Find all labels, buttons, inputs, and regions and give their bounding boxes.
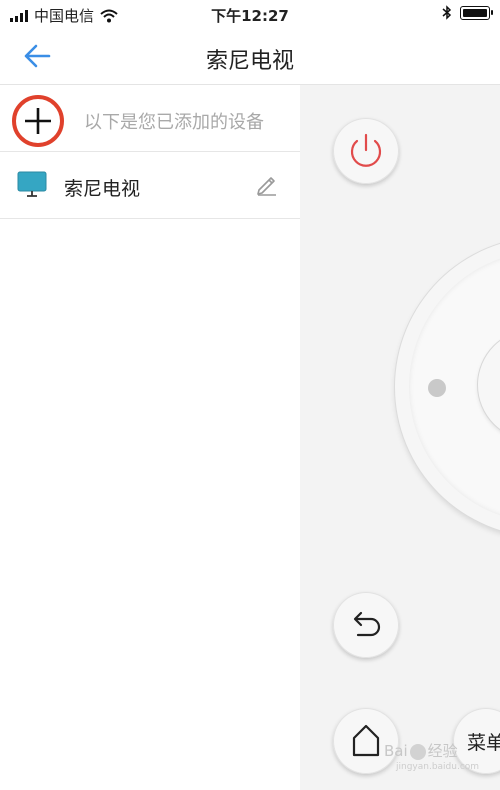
device-list-panel: 以下是您已添加的设备 索尼电视 bbox=[0, 85, 300, 790]
undo-arrow-icon bbox=[353, 611, 381, 637]
edit-pencil-icon[interactable] bbox=[254, 171, 280, 197]
status-bar: 中国电信 下午12:27 bbox=[0, 0, 500, 28]
battery-icon bbox=[460, 5, 493, 20]
return-button[interactable] bbox=[333, 592, 399, 658]
clock: 下午12:27 bbox=[211, 7, 289, 25]
tv-icon bbox=[17, 171, 47, 197]
remote-panel: 菜单 bbox=[300, 85, 500, 790]
list-item[interactable]: 索尼电视 bbox=[0, 152, 300, 219]
nav-bar: 索尼电视 bbox=[0, 28, 500, 85]
bluetooth-icon bbox=[442, 5, 452, 20]
paw-icon bbox=[409, 743, 426, 760]
menu-label: 菜单 bbox=[467, 732, 500, 754]
power-button[interactable] bbox=[333, 118, 399, 184]
page-title: 索尼电视 bbox=[205, 49, 294, 74]
add-device-button[interactable] bbox=[12, 95, 64, 147]
watermark-url: jingyan.baidu.com bbox=[396, 762, 480, 772]
added-devices-hint: 以下是您已添加的设备 bbox=[84, 112, 264, 133]
dpad-left-dot[interactable] bbox=[428, 379, 446, 397]
add-device-row: 以下是您已添加的设备 bbox=[0, 85, 300, 152]
device-name: 索尼电视 bbox=[64, 178, 141, 200]
baidu-watermark: Bai 经验 bbox=[384, 742, 458, 760]
power-icon bbox=[350, 133, 382, 167]
plus-icon bbox=[25, 108, 51, 134]
